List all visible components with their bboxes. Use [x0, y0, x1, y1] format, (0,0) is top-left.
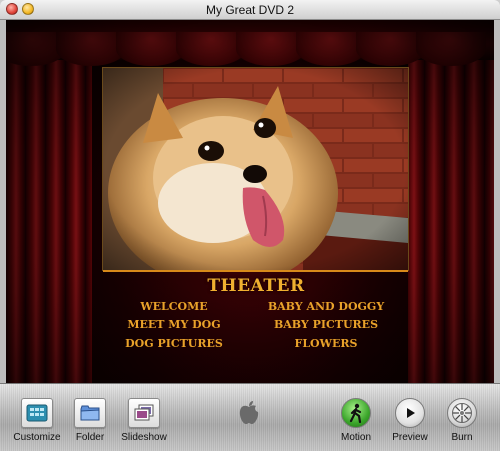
customize-button[interactable]: Customize: [12, 398, 62, 443]
slideshow-icon: [128, 398, 160, 428]
motion-button[interactable]: Motion: [336, 398, 376, 443]
menu-button-dog-pictures[interactable]: DOG PICTURES: [109, 337, 239, 350]
idvd-window: My Great DVD 2 THEATER WELCOME MEET MY D…: [0, 0, 500, 451]
slideshow-button[interactable]: Slideshow: [118, 398, 170, 443]
motion-label: Motion: [340, 432, 371, 443]
burn-disc-icon: [447, 398, 477, 428]
menu-title[interactable]: THEATER: [156, 276, 356, 296]
bottom-toolbar: Customize Folder Slideshow Motion Previe…: [0, 383, 500, 451]
folder-button[interactable]: Folder: [66, 398, 114, 443]
menu-button-baby-pictures[interactable]: BABY PICTURES: [261, 318, 391, 331]
menu-preview-stage[interactable]: THEATER WELCOME MEET MY DOG DOG PICTURES…: [6, 20, 494, 383]
customize-panel-icon: [21, 398, 53, 428]
folder-icon: [74, 398, 106, 428]
slideshow-label: Slideshow: [121, 432, 167, 443]
window-title: My Great DVD 2: [205, 3, 295, 17]
folder-label: Folder: [75, 432, 105, 443]
apple-logo-icon: [238, 400, 260, 431]
photo-underline: [103, 270, 408, 272]
menu-button-welcome[interactable]: WELCOME: [109, 300, 239, 313]
burn-button[interactable]: Burn: [442, 398, 482, 443]
play-icon: [395, 398, 425, 428]
menu-button-flowers[interactable]: FLOWERS: [261, 337, 391, 350]
menu-button-meet-my-dog[interactable]: MEET MY DOG: [109, 318, 239, 331]
burn-label: Burn: [451, 432, 473, 443]
title-bar: My Great DVD 2: [0, 0, 500, 20]
preview-label: Preview: [392, 432, 428, 443]
drop-zone-photo[interactable]: [103, 68, 408, 270]
menu-button-baby-and-doggy[interactable]: BABY AND DOGGY: [261, 300, 391, 313]
walking-figure-icon: [341, 398, 371, 428]
customize-label: Customize: [13, 432, 61, 443]
preview-button[interactable]: Preview: [388, 398, 432, 443]
